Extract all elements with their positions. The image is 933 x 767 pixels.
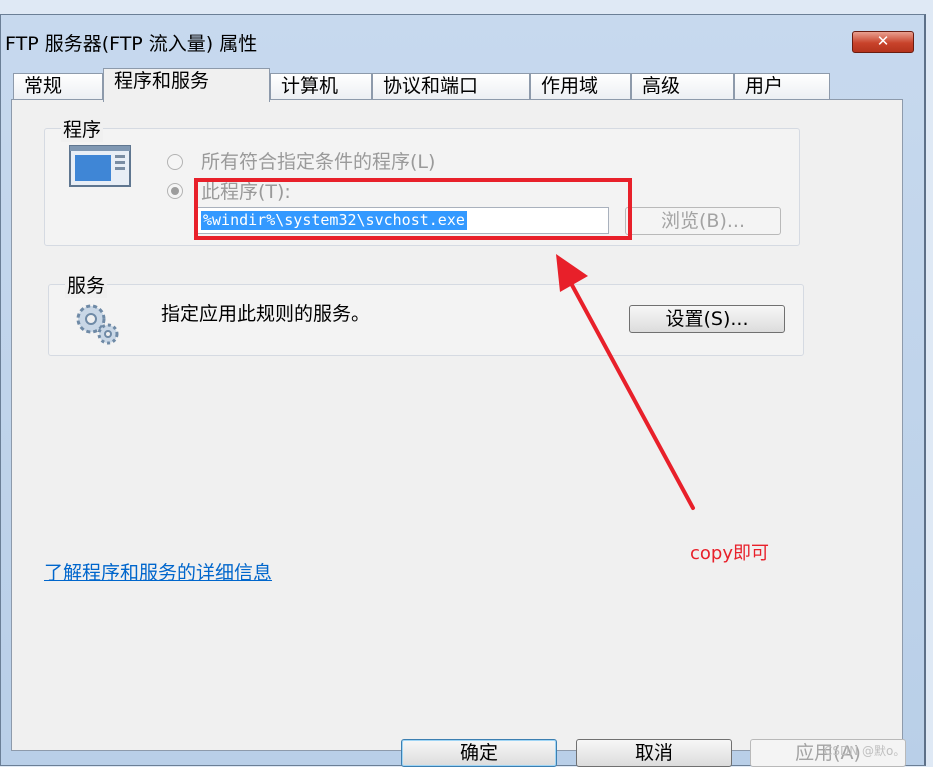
program-path-input[interactable]: %windir%\system32\svchost.exe <box>197 207 609 234</box>
dialog-title: FTP 服务器(FTP 流入量) 属性 <box>5 33 258 55</box>
tab-scope[interactable]: 作用域 <box>530 73 631 99</box>
tab-computers[interactable]: 计算机 <box>270 73 372 99</box>
tab-users[interactable]: 用户 <box>734 73 830 99</box>
tab-programs-services[interactable]: 程序和服务 <box>103 68 270 102</box>
tab-advanced[interactable]: 高级 <box>631 73 734 99</box>
programs-group-label: 程序 <box>61 115 104 142</box>
close-icon: ✕ <box>876 32 890 50</box>
browse-button[interactable]: 浏览(B)... <box>625 207 781 235</box>
radio-this-program[interactable] <box>167 183 183 199</box>
learn-more-link[interactable]: 了解程序和服务的详细信息 <box>44 558 272 585</box>
programs-group: 程序 所有符合指定条件的程序(L) 此程序(T): %windir%\syste… <box>44 115 800 246</box>
properties-dialog: FTP 服务器(FTP 流入量) 属性 ✕ 常规 程序和服务 计算机 协议和端口… <box>0 14 926 767</box>
watermark: CSDN @默o。 <box>824 744 906 758</box>
annotation-text: copy即可 <box>690 543 769 564</box>
ok-button[interactable]: 确定 <box>401 739 557 767</box>
program-window-icon <box>69 145 131 187</box>
radio-this-program-label: 此程序(T): <box>201 181 291 203</box>
radio-all-programs-label: 所有符合指定条件的程序(L) <box>201 151 436 173</box>
program-path-text: %windir%\system32\svchost.exe <box>201 211 467 230</box>
title-bar: FTP 服务器(FTP 流入量) 属性 ✕ <box>1 15 924 65</box>
tab-general[interactable]: 常规 <box>13 73 103 99</box>
tab-panel-programs-services: 程序 所有符合指定条件的程序(L) 此程序(T): %windir%\syste… <box>11 99 903 751</box>
radio-all-programs[interactable] <box>167 154 183 170</box>
cancel-button[interactable]: 取消 <box>576 739 732 767</box>
close-button[interactable]: ✕ <box>852 31 914 53</box>
tab-protocols-ports[interactable]: 协议和端口 <box>372 73 530 99</box>
annotation-arrow <box>556 254 695 510</box>
gears-icon <box>76 304 119 345</box>
services-group-label: 服务 <box>65 271 108 298</box>
services-description: 指定应用此规则的服务。 <box>161 303 371 325</box>
